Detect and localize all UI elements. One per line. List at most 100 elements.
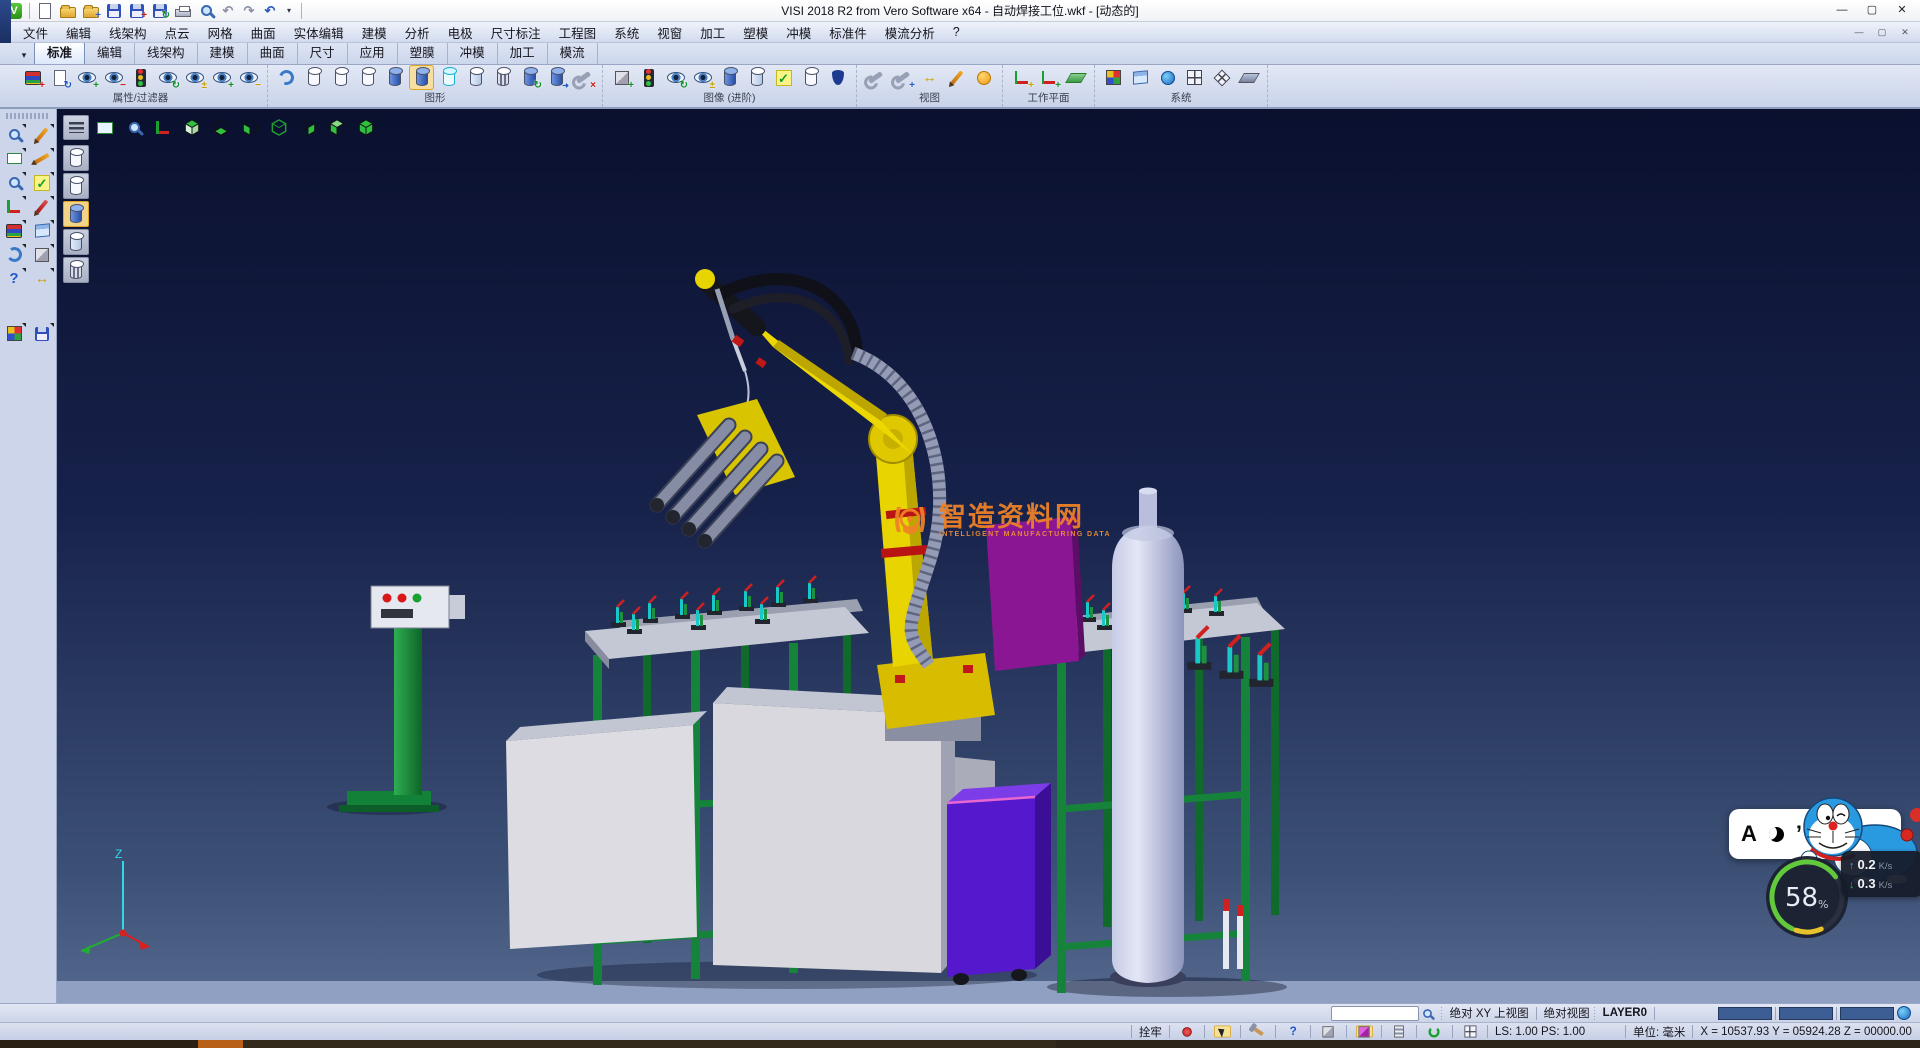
redo-icon[interactable] [240, 2, 258, 20]
menu-help[interactable]: ? [944, 23, 969, 41]
menu-electrode[interactable]: 电极 [439, 21, 482, 44]
color-swatch-2[interactable] [1779, 1007, 1833, 1020]
menu-flow-analysis[interactable]: 模流分析 [876, 21, 944, 44]
save-icon[interactable] [104, 2, 124, 20]
menu-die[interactable]: 冲模 [777, 21, 820, 44]
layer-slot-1-icon[interactable] [63, 145, 89, 171]
menu-surface[interactable]: 曲面 [242, 21, 285, 44]
print-icon[interactable] [173, 2, 193, 20]
cube-right-shaded-icon[interactable] [353, 115, 379, 140]
cylinder-blue-icon[interactable] [717, 65, 742, 90]
select-box-icon[interactable] [1, 147, 27, 170]
scene-3d[interactable] [57, 109, 1920, 1003]
cylinder-outline-icon[interactable] [798, 65, 823, 90]
regenerate-icon[interactable] [1, 243, 27, 266]
tab-mold[interactable]: 塑膜 [398, 43, 448, 64]
chart-grid-icon[interactable] [1, 322, 27, 345]
refresh-eye-advanced-icon[interactable] [663, 65, 688, 90]
menu-mesh[interactable]: 网格 [199, 21, 242, 44]
sketch-pencil-icon[interactable] [29, 147, 55, 170]
menu-mold[interactable]: 塑模 [734, 21, 777, 44]
menu-modeling[interactable]: 建模 [353, 21, 396, 44]
help-question-status-icon[interactable] [1285, 1026, 1301, 1038]
menu-edit[interactable]: 编辑 [57, 21, 100, 44]
tab-flow[interactable]: 模流 [548, 43, 598, 64]
color-swatch-3[interactable] [1840, 1007, 1894, 1020]
control-cabinet-left[interactable] [506, 711, 707, 949]
refresh-graphics-icon[interactable] [274, 65, 299, 90]
zoom-window-icon[interactable] [1, 171, 27, 194]
layer-delete-striped-icon[interactable] [490, 65, 515, 90]
show-all-eye-icon[interactable] [209, 65, 234, 90]
active-layer-label[interactable]: LAYER0 [1603, 1007, 1647, 1019]
ucs-axis-icon[interactable] [150, 115, 176, 140]
system-table-icon[interactable] [1182, 65, 1207, 90]
add-entities-icon[interactable] [609, 65, 634, 90]
toggle-eye-advanced-icon[interactable] [690, 65, 715, 90]
workplane-axes-icon[interactable] [1009, 65, 1034, 90]
layer-filled-icon[interactable] [382, 65, 407, 90]
record-icon[interactable] [1179, 1026, 1195, 1038]
zoom-fly-icon[interactable] [121, 115, 147, 140]
color-swatch-1[interactable] [1718, 1007, 1772, 1020]
grid-window-icon[interactable] [1462, 1026, 1478, 1038]
measure-red-icon[interactable] [917, 65, 942, 90]
globe-icon[interactable] [1894, 1005, 1914, 1021]
system-globe-icon[interactable] [1155, 65, 1180, 90]
tab-machining[interactable]: 加工 [498, 43, 548, 64]
layer-list-icon[interactable] [1391, 1026, 1407, 1038]
rotate-refresh-icon[interactable] [1426, 1026, 1442, 1038]
menu-dimension[interactable]: 尺寸标注 [482, 21, 550, 44]
view-window-icon[interactable] [29, 219, 55, 242]
open-copy-icon[interactable] [81, 2, 101, 20]
cursor-select-icon[interactable] [1214, 1026, 1230, 1038]
annotate-pencil-icon[interactable] [944, 65, 969, 90]
magenta-panel[interactable] [986, 513, 1085, 671]
menu-file[interactable]: 文件 [14, 21, 57, 44]
layer-tools-icon[interactable] [571, 65, 596, 90]
system-grid4-icon[interactable] [1101, 65, 1126, 90]
show-add-eye-icon[interactable] [74, 65, 99, 90]
layer-empty-3-icon[interactable] [355, 65, 380, 90]
lock-label[interactable]: 拴牢 [1139, 1024, 1162, 1040]
snap-entity-icon[interactable] [1320, 1026, 1336, 1038]
search-icon[interactable] [1419, 1005, 1437, 1021]
new-file-icon[interactable] [35, 2, 55, 20]
network-speed-pill[interactable]: ↑ 0.2 K/s ↓ 0.3 K/s [1841, 851, 1920, 897]
zoom-dynamic-icon[interactable] [1, 123, 27, 146]
tab-edit[interactable]: 编辑 [85, 43, 135, 64]
build-hammer-icon[interactable] [1250, 1026, 1266, 1038]
measure-distance-icon[interactable] [29, 267, 55, 290]
layer-empty-1-icon[interactable] [301, 65, 326, 90]
view-mode-label[interactable]: 绝对视图 [1544, 1005, 1590, 1021]
system-sparkle-icon[interactable] [1209, 65, 1234, 90]
tab-wireframe[interactable]: 线架构 [135, 43, 198, 64]
tab-die[interactable]: 冲模 [448, 43, 498, 64]
shading-cube-icon[interactable] [29, 243, 55, 266]
print-preview-icon[interactable] [196, 2, 216, 20]
undo-icon[interactable] [219, 2, 237, 20]
menu-window[interactable]: 视窗 [648, 21, 691, 44]
refresh-visibility-eye-icon[interactable] [155, 65, 180, 90]
magenta-cube-icon[interactable] [1356, 1026, 1372, 1038]
save-annotate-icon[interactable] [29, 322, 55, 345]
cube-left-shaded-icon[interactable] [324, 115, 350, 140]
tab-surface[interactable]: 曲面 [248, 43, 298, 64]
layer-empty-2-icon[interactable] [328, 65, 353, 90]
select-plane-icon[interactable] [92, 115, 118, 140]
workplane-axes-green-icon[interactable] [1036, 65, 1061, 90]
tab-modeling[interactable]: 建模 [198, 43, 248, 64]
mdi-restore-button[interactable]: ▢ [1871, 25, 1893, 40]
quick-search-input[interactable] [1331, 1006, 1419, 1021]
toggle-visibility-eye-icon[interactable] [182, 65, 207, 90]
purple-cart[interactable] [947, 783, 1051, 985]
cube-wireframe-icon[interactable] [266, 115, 292, 140]
cube-half-shaded-icon[interactable] [237, 115, 263, 140]
save-all-icon[interactable] [150, 2, 170, 20]
cube-wire-bottom-icon[interactable] [208, 115, 234, 140]
layer-slot-4-icon[interactable] [63, 229, 89, 255]
cube-shaded-top-icon[interactable] [179, 115, 205, 140]
confirm-check-icon[interactable] [29, 171, 55, 194]
tab-dimension[interactable]: 尺寸 [298, 43, 348, 64]
hide-remove-eye-icon[interactable] [101, 65, 126, 90]
